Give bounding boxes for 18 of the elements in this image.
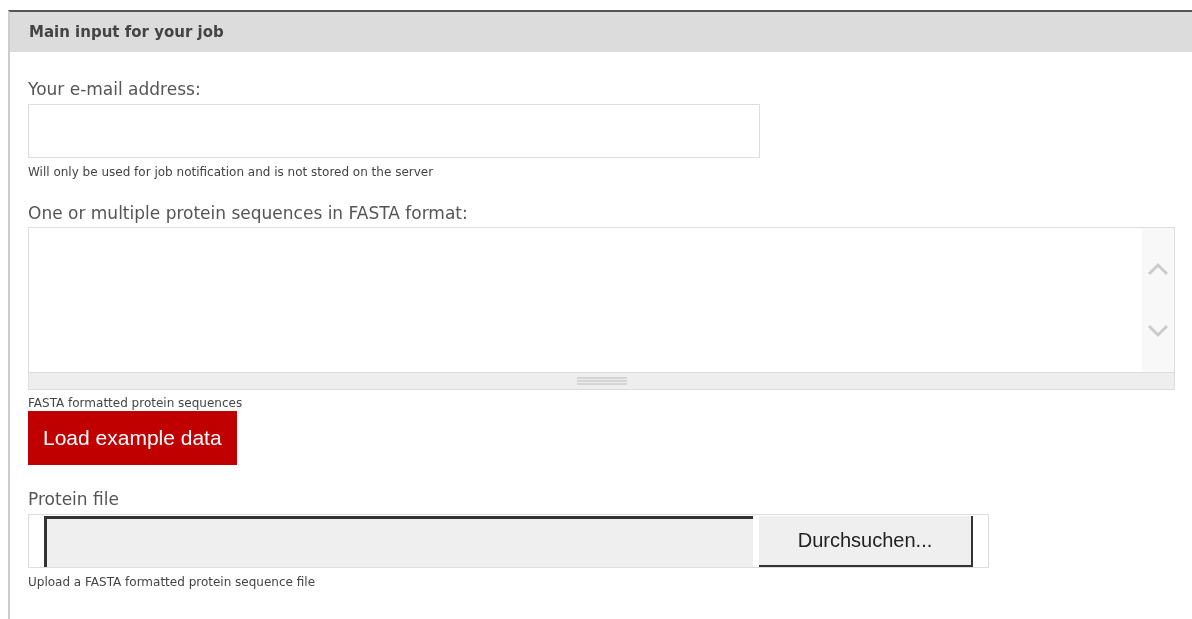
scroll-up-icon[interactable]: [1147, 262, 1169, 276]
resize-bar[interactable]: [29, 372, 1174, 389]
field-label: Your e-mail address:: [28, 78, 201, 101]
sequence-textarea[interactable]: [28, 227, 1175, 390]
email-field[interactable]: [28, 104, 760, 158]
load-example-button[interactable]: Load example data: [28, 411, 237, 465]
browse-button[interactable]: Durchsuchen...: [759, 515, 973, 567]
field-label: One or multiple protein sequences in FASTA format:: [28, 202, 468, 225]
help-text: Upload a FASTA formatted protein sequence file: [28, 574, 316, 590]
scrollbar[interactable]: [1142, 228, 1174, 372]
help-text: Will only be used for job notification and is not stored on the server: [28, 164, 434, 180]
resize-grip-icon[interactable]: [576, 377, 627, 385]
field-label: Protein file: [28, 488, 119, 511]
file-path-field[interactable]: [44, 515, 753, 567]
help-text: FASTA formatted protein sequences: [28, 395, 243, 411]
file-upload-control[interactable]: Durchsuchen...: [28, 514, 989, 568]
scroll-down-icon[interactable]: [1147, 324, 1169, 338]
panel-title: Main input for your job: [29, 21, 224, 43]
